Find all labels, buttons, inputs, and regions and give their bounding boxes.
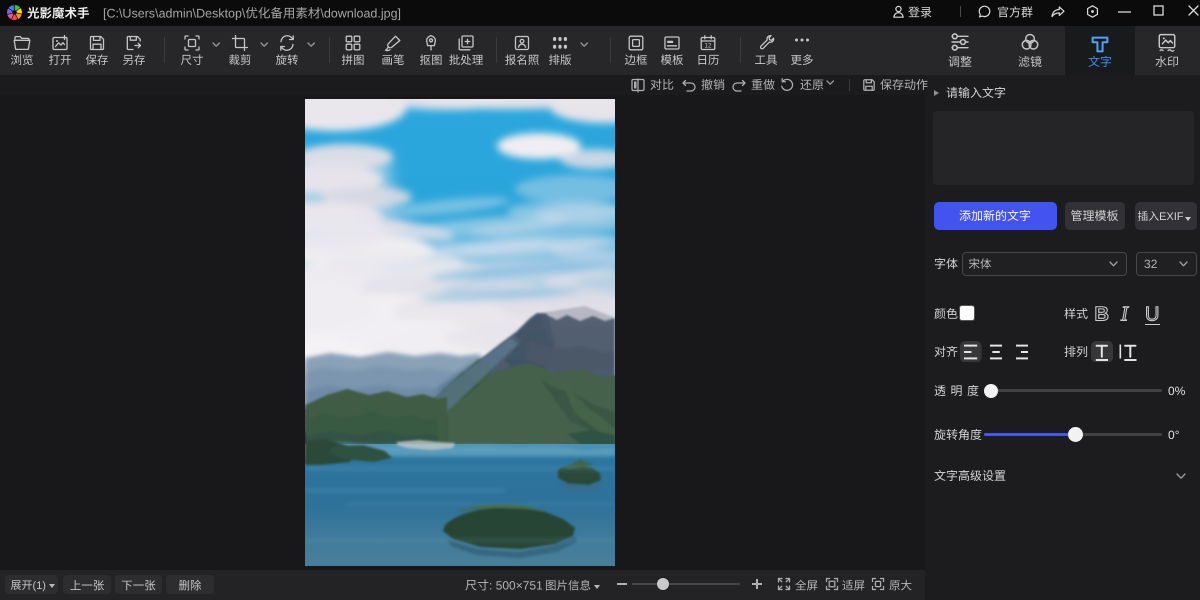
svg-text:12: 12 — [705, 42, 712, 49]
